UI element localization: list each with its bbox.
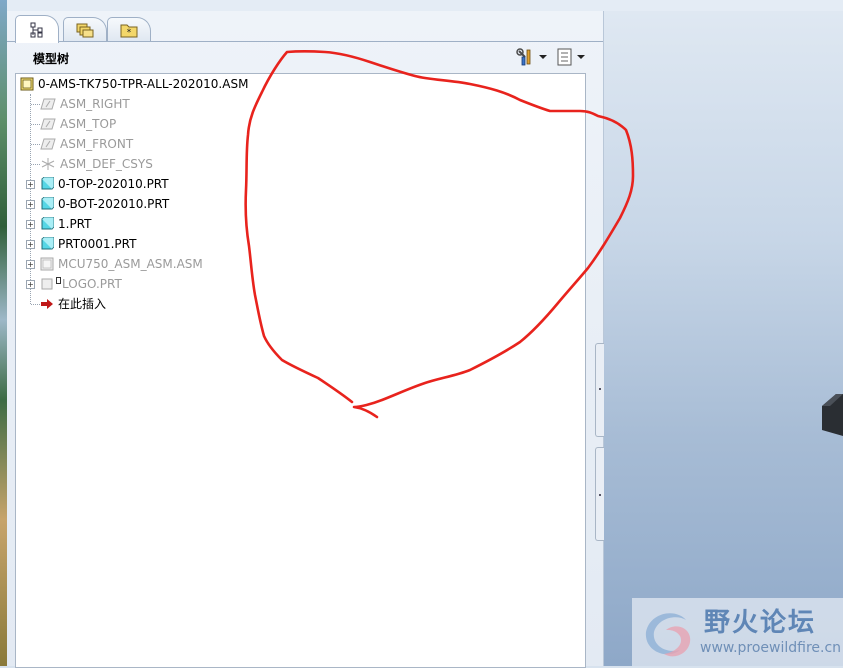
expand-icon[interactable]: + [26, 220, 35, 229]
tree-item-label: ASM_RIGHT [60, 97, 130, 111]
watermark-title: 野火论坛 [704, 608, 817, 638]
insert-here-arrow-icon [41, 299, 53, 309]
model-tree-header: 模型树 [7, 41, 603, 74]
folder-browser-tab[interactable] [63, 17, 107, 42]
model-tree-icon [30, 22, 43, 37]
part-icon [41, 197, 54, 210]
model-geometry [822, 394, 843, 436]
tree-item[interactable]: PRT0001.PRT [40, 234, 136, 254]
expand-icon[interactable]: + [26, 260, 35, 269]
model-tree: 0-AMS-TK750-TPR-ALL-202010.ASM ASM_RIGHT… [15, 73, 586, 668]
chevron-down-icon [576, 55, 585, 59]
tree-connector [31, 104, 40, 105]
tree-item[interactable]: 1.PRT [40, 214, 91, 234]
tree-item[interactable]: MCU750_ASM_ASM.ASM [40, 254, 203, 274]
tree-item[interactable]: ASM_DEF_CSYS [40, 154, 153, 174]
assembly-icon [20, 77, 34, 91]
tree-item[interactable]: LOGO.PRT [40, 274, 122, 294]
assembly-icon [40, 257, 54, 271]
part-icon [41, 278, 53, 290]
tree-item-label: 1.PRT [58, 217, 92, 231]
expand-icon[interactable]: + [26, 240, 35, 249]
datum-plane-icon [40, 118, 56, 130]
tree-root[interactable]: 0-AMS-TK750-TPR-ALL-202010.ASM [20, 74, 248, 94]
watermark: 野火论坛 www.proewildfire.cn [632, 598, 843, 666]
panel-title: 模型树 [33, 52, 70, 66]
svg-text:*: * [127, 28, 132, 38]
datum-plane-icon [40, 98, 56, 110]
sash-handle-lower[interactable] [595, 447, 604, 541]
settings-menu-button[interactable] [512, 45, 550, 69]
tree-item-label: ASM_DEF_CSYS [60, 157, 153, 171]
tree-connector [31, 304, 40, 305]
tree-item[interactable]: ASM_FRONT [40, 134, 133, 154]
tree-item[interactable]: ASM_TOP [40, 114, 116, 134]
tree-item-label: ASM_TOP [60, 117, 117, 131]
chevron-down-icon [538, 55, 547, 59]
tree-connector [31, 144, 40, 145]
tree-item-label: MCU750_ASM_ASM.ASM [58, 257, 203, 271]
part-icon [41, 237, 54, 250]
forum-logo-icon [645, 613, 691, 657]
show-menu-button[interactable] [551, 45, 589, 69]
tools-icon [515, 48, 530, 66]
grip-icon [599, 494, 601, 496]
grip-icon [599, 388, 601, 390]
csys-icon [41, 158, 55, 170]
tree-item-label: 0-BOT-202010.PRT [58, 197, 170, 211]
tree-root-label: 0-AMS-TK750-TPR-ALL-202010.ASM [38, 77, 249, 91]
tree-connector [31, 164, 40, 165]
desktop-background-strip [0, 0, 7, 666]
expand-icon[interactable]: + [26, 180, 35, 189]
tree-connector [30, 94, 31, 304]
graphics-area[interactable] [604, 11, 843, 666]
sash-handle-upper[interactable] [595, 343, 604, 437]
tree-item[interactable]: ASM_RIGHT [40, 94, 130, 114]
tree-item[interactable]: 0-BOT-202010.PRT [40, 194, 169, 214]
status-marker-icon [56, 276, 61, 284]
tree-item-label: 在此插入 [58, 297, 107, 311]
tree-connector [31, 124, 40, 125]
tree-item-label: ASM_FRONT [60, 137, 134, 151]
part-icon [41, 217, 54, 230]
tree-item[interactable]: 0-TOP-202010.PRT [40, 174, 169, 194]
expand-icon[interactable]: + [26, 200, 35, 209]
tree-item-label: LOGO.PRT [62, 277, 122, 291]
favorites-icon: * [120, 24, 138, 38]
navigator-panel: * 模型树 0-AMS-TK750-TPR-ALL-202010.ASM ASM… [7, 11, 604, 668]
watermark-url: www.proewildfire.cn [700, 640, 842, 656]
datum-plane-icon [40, 138, 56, 150]
tree-item-label: PRT0001.PRT [58, 237, 137, 251]
folders-icon [76, 23, 94, 38]
model-tree-tab[interactable] [15, 15, 59, 43]
list-settings-icon [557, 48, 571, 66]
insert-here-item[interactable]: 在此插入 [40, 294, 106, 314]
expand-icon[interactable]: + [26, 280, 35, 289]
tree-item-label: 0-TOP-202010.PRT [58, 177, 169, 191]
part-icon [41, 177, 54, 190]
favorites-tab[interactable]: * [107, 17, 151, 42]
